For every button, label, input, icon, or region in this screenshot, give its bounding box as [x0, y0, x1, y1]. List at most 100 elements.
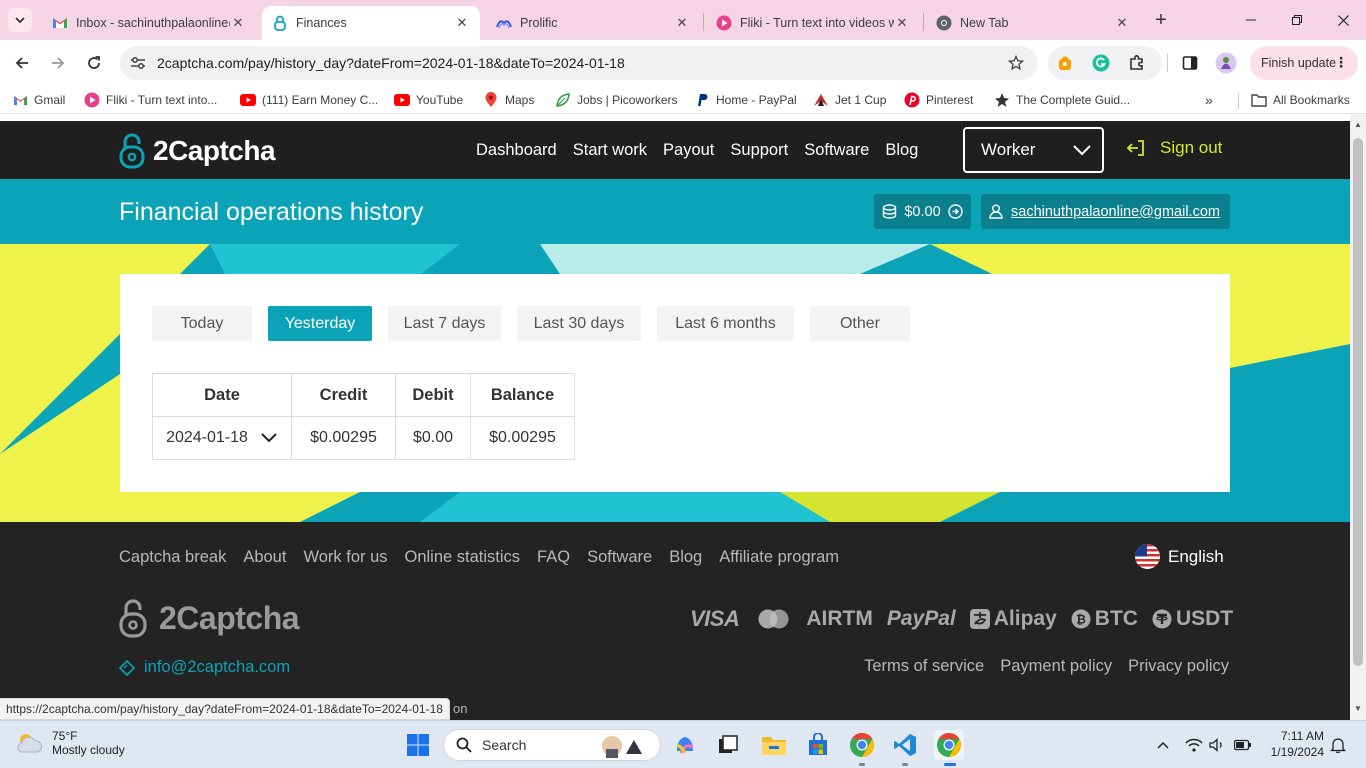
honey-extension-icon[interactable] [1055, 53, 1075, 73]
footer-link-captcha-break[interactable]: Captcha break [119, 548, 226, 567]
fliki-icon [84, 92, 100, 108]
filter-last-6-months[interactable]: Last 6 months [657, 306, 794, 341]
restore-button[interactable] [1274, 0, 1320, 40]
address-bar[interactable]: 2captcha.com/pay/history_day?dateFrom=20… [120, 46, 1038, 80]
diamond-icon [119, 659, 135, 676]
new-tab-button[interactable]: + [1150, 9, 1172, 31]
microsoft-store-icon[interactable] [803, 730, 833, 760]
scrollbar-thumb[interactable] [1353, 138, 1363, 666]
footer-link-payment-policy[interactable]: Payment policy [1000, 657, 1112, 676]
user-account-button[interactable]: sachinuthpalaonline@gmail.com [981, 194, 1230, 229]
mastercard-icon [757, 609, 790, 629]
filter-today[interactable]: Today [152, 306, 252, 341]
filter-other[interactable]: Other [810, 306, 910, 341]
vscode-icon[interactable] [890, 730, 920, 760]
close-tab-icon[interactable]: ✕ [674, 15, 690, 31]
date-cell[interactable]: 2024-01-18 [152, 416, 292, 460]
language-selector[interactable]: English [1135, 544, 1224, 569]
nav-dashboard[interactable]: Dashboard [476, 141, 557, 160]
site-logo[interactable]: 2Captcha [119, 133, 276, 169]
bookmark-complete-guide[interactable]: The Complete Guid... [994, 92, 1130, 108]
bookmark-star-icon[interactable] [1006, 53, 1026, 73]
browser-tab-strip: Inbox - sachinuthpalaonline@ ✕ Finances … [0, 0, 1366, 40]
bookmark-paypal[interactable]: Home - PayPal [694, 92, 797, 108]
footer-link-software[interactable]: Software [587, 548, 652, 567]
profile-avatar[interactable] [1213, 50, 1239, 76]
arrow-left-icon [15, 57, 28, 69]
contact-email-link[interactable]: info@2captcha.com [119, 658, 290, 677]
grammarly-extension-icon[interactable] [1091, 53, 1111, 73]
weather-widget[interactable]: 75°F Mostly cloudy [14, 729, 125, 757]
taskbar-search[interactable]: Search [443, 729, 661, 761]
side-panel-button[interactable] [1177, 50, 1203, 76]
tab-search-button[interactable] [8, 8, 32, 32]
clock-date: 1/19/2024 [1270, 745, 1324, 759]
notification-bell-icon[interactable] [1328, 735, 1348, 755]
chrome-taskbar-icon[interactable] [847, 730, 877, 760]
bookmark-fliki[interactable]: Fliki - Turn text into... [84, 92, 217, 108]
tab-fliki[interactable]: Fliki - Turn text into videos w ✕ [706, 6, 920, 40]
forward-button[interactable] [45, 50, 71, 76]
minimize-button[interactable] [1228, 0, 1274, 40]
bookmark-youtube[interactable]: YouTube [394, 92, 463, 108]
system-clock[interactable]: 7:11 AM 1/19/2024 [1262, 728, 1324, 760]
footer-link-affiliate-program[interactable]: Affiliate program [719, 548, 839, 567]
balance-button[interactable]: $0.00 [874, 194, 971, 229]
close-tab-icon[interactable]: ✕ [894, 15, 910, 31]
bookmark-jet1cup[interactable]: Jet 1 Cup [813, 92, 886, 108]
file-explorer-icon[interactable] [759, 730, 789, 760]
tab-new-tab[interactable]: New Tab ✕ [926, 6, 1140, 40]
back-button[interactable] [9, 50, 35, 76]
url-text[interactable]: 2captcha.com/pay/history_day?dateFrom=20… [157, 55, 625, 71]
tab-prolific[interactable]: Prolific ✕ [486, 6, 700, 40]
chevron-down-icon [15, 17, 25, 24]
site-settings-icon[interactable] [128, 53, 148, 73]
footer-link-privacy-policy[interactable]: Privacy policy [1128, 657, 1229, 676]
nav-software[interactable]: Software [804, 141, 869, 160]
filter-last-30-days[interactable]: Last 30 days [517, 306, 641, 341]
show-hidden-icons-chevron-icon[interactable] [1153, 735, 1173, 755]
filter-last-7-days[interactable]: Last 7 days [388, 306, 501, 341]
start-button[interactable] [403, 730, 433, 760]
bookmark-pinterest[interactable]: Pinterest [904, 92, 973, 108]
chrome-profile-taskbar-icon[interactable] [934, 730, 964, 760]
tab-finances[interactable]: Finances ✕ [262, 6, 480, 40]
wifi-icon[interactable] [1184, 735, 1204, 755]
nav-support[interactable]: Support [730, 141, 788, 160]
nav-payout[interactable]: Payout [663, 141, 714, 160]
footer-link-work-for-us[interactable]: Work for us [303, 548, 387, 567]
footer-logo[interactable]: 2Captcha [119, 598, 300, 638]
more-bookmarks-button[interactable]: » [1205, 92, 1213, 108]
volume-icon[interactable] [1208, 735, 1228, 755]
footer-link-blog[interactable]: Blog [669, 548, 702, 567]
finish-update-button[interactable]: Finish update ⋮ [1250, 46, 1358, 80]
nav-blog[interactable]: Blog [885, 141, 918, 160]
close-tab-icon[interactable]: ✕ [1114, 15, 1130, 31]
bookmark-picoworkers[interactable]: Jobs | Picoworkers [555, 92, 677, 108]
scroll-down-arrow-icon[interactable]: ▼ [1353, 704, 1363, 714]
tab-gmail[interactable]: Inbox - sachinuthpalaonline@ ✕ [42, 6, 256, 40]
footer-link-terms[interactable]: Terms of service [864, 657, 984, 676]
footer-link-online-statistics[interactable]: Online statistics [405, 548, 521, 567]
footer-link-faq[interactable]: FAQ [537, 548, 570, 567]
role-select[interactable]: Worker [963, 127, 1104, 173]
svg-text:₿: ₿ [1076, 613, 1086, 627]
bookmark-maps[interactable]: Maps [483, 92, 534, 108]
reload-button[interactable] [81, 50, 107, 76]
sign-out-link[interactable]: Sign out [1126, 138, 1222, 158]
close-tab-icon[interactable]: ✕ [230, 15, 246, 31]
close-tab-icon[interactable]: ✕ [454, 15, 470, 31]
scroll-up-arrow-icon[interactable]: ▲ [1353, 120, 1363, 130]
bookmark-earn-money[interactable]: (111) Earn Money C... [240, 92, 378, 108]
close-window-button[interactable] [1320, 0, 1366, 40]
page-scrollbar[interactable]: ▲ ▼ [1350, 114, 1366, 720]
bookmark-gmail[interactable]: Gmail [12, 92, 65, 108]
footer-link-about[interactable]: About [243, 548, 286, 567]
filter-yesterday[interactable]: Yesterday [268, 306, 372, 341]
battery-icon[interactable] [1233, 735, 1253, 755]
copilot-icon[interactable] [670, 730, 700, 760]
all-bookmarks-button[interactable]: All Bookmarks [1251, 92, 1350, 108]
task-view-icon[interactable] [713, 730, 743, 760]
extensions-puzzle-icon[interactable] [1127, 53, 1147, 73]
nav-start-work[interactable]: Start work [573, 141, 647, 160]
